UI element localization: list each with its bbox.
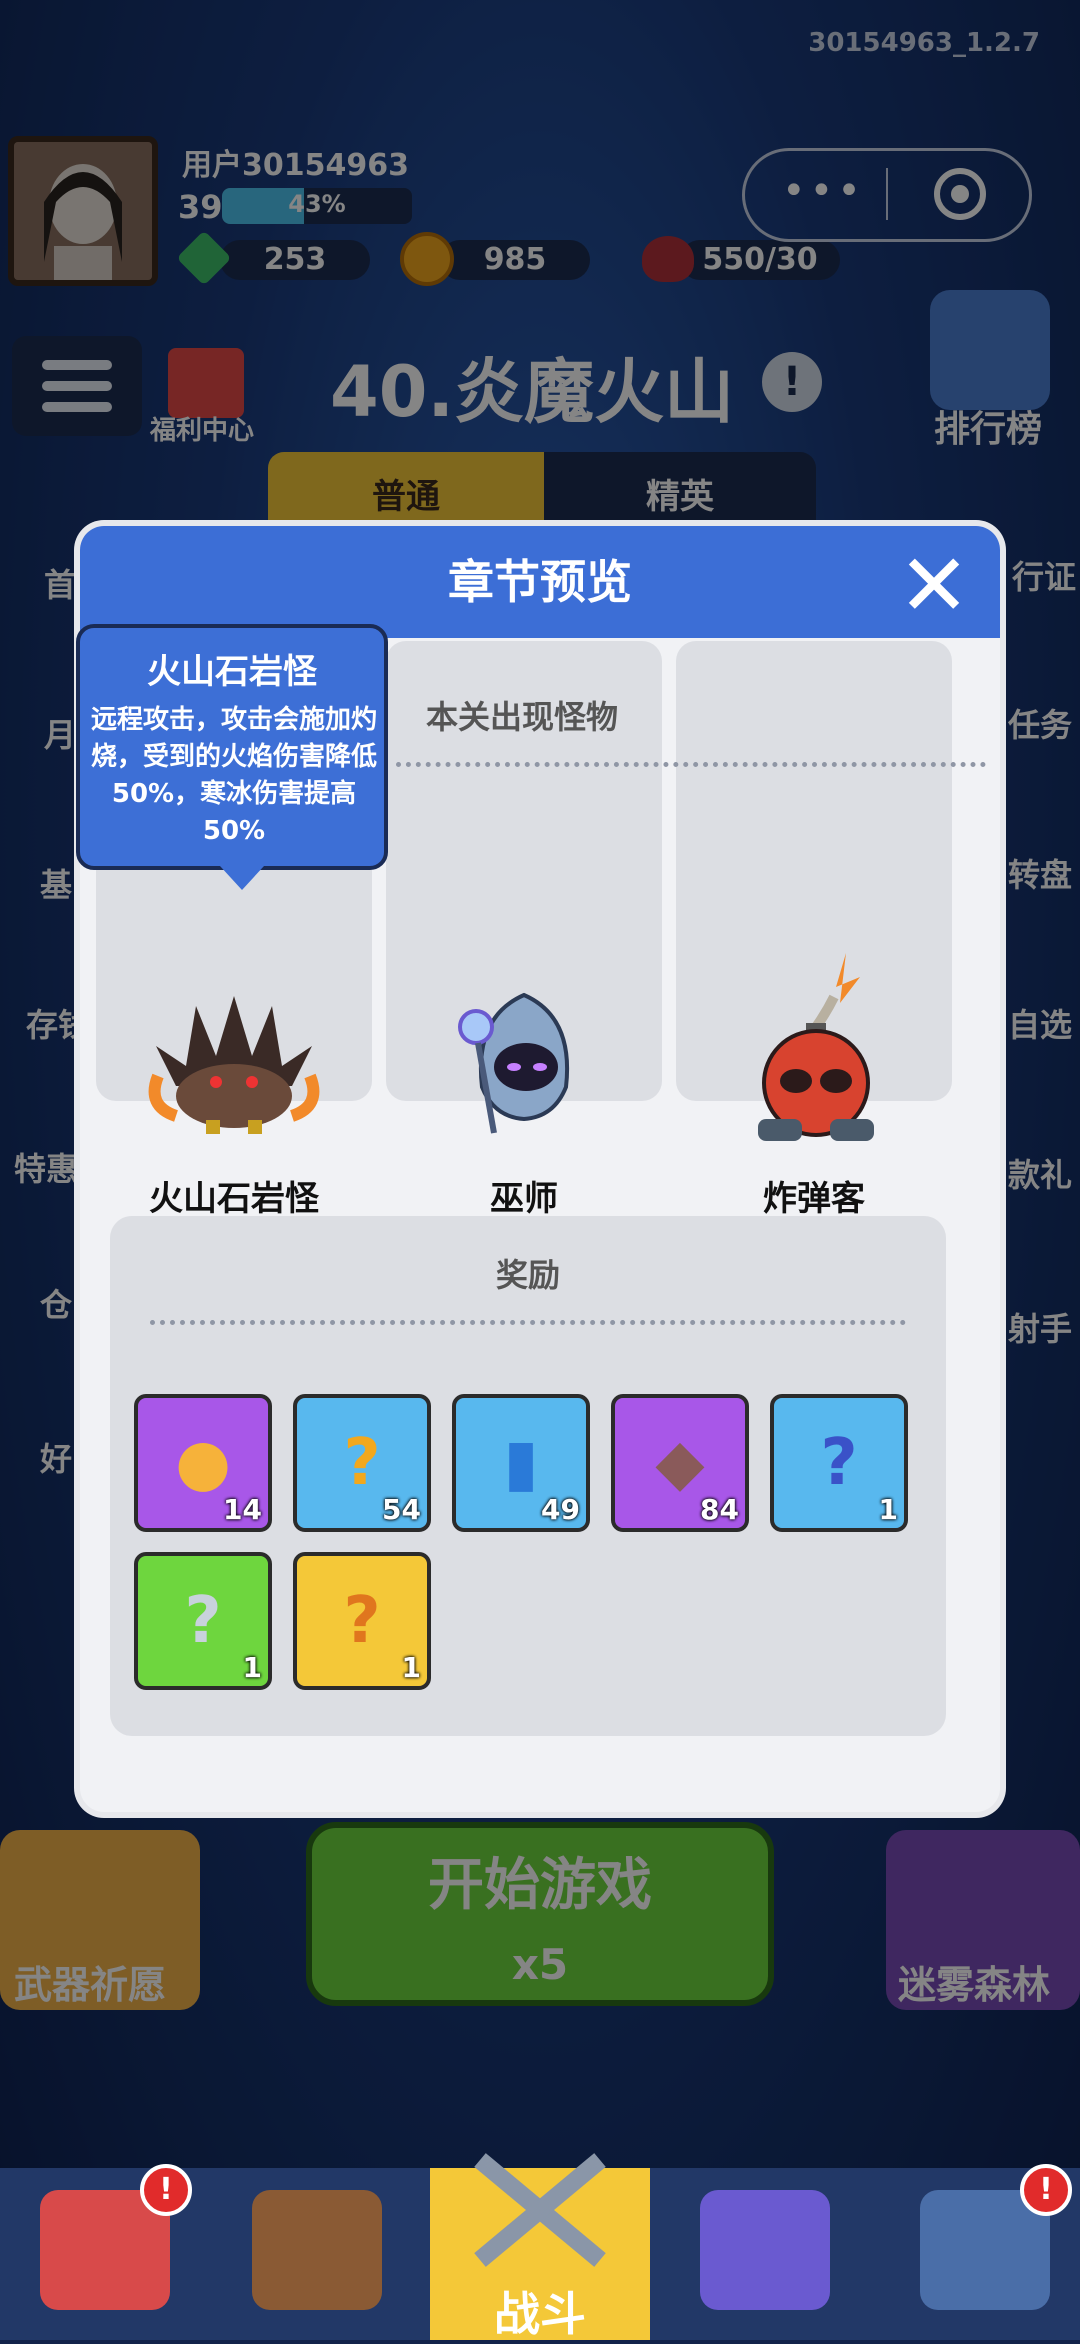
crossed-swords-icon [460,2150,620,2270]
rewards-divider [150,1320,906,1325]
wizard-icon [458,992,569,1134]
tooltip-description: 远程攻击，攻击会施加灼烧，受到的火焰伤害降低50%，寒冰伤害提高50% [90,705,377,846]
monster-card[interactable]: 炸弹客 [676,641,952,1219]
shop-badge: ! [140,2164,192,2216]
scroll-icon[interactable] [700,2190,830,2310]
modal-title: 章节预览 [448,555,632,609]
monster-name: 巫师 [490,1179,558,1219]
monster-name: 火山石岩怪 [149,1179,319,1219]
reward-green-mystery-chest[interactable]: ? 1 [134,1552,272,1690]
reward-panel: 奖励 ● 14 ? 54 ▮ 49 ◆ 84 ? 1 ? 1 ? 1 [110,1216,946,1736]
reward-count: 84 [700,1493,739,1526]
close-button[interactable]: ✕ [896,543,972,629]
volcano-rock-monster-icon [148,996,320,1134]
reward-count: 49 [541,1493,580,1526]
battle-label: 战斗 [494,2287,586,2341]
reward-blue-book[interactable]: ▮ 49 [452,1394,590,1532]
reward-mystery-box[interactable]: ? 54 [293,1394,431,1532]
monsters-divider [396,762,986,767]
reward-count: 1 [242,1651,262,1684]
bomb-icon [758,953,874,1141]
monsters-header: 本关出现怪物 [426,698,619,736]
reward-ore[interactable]: ◆ 84 [611,1394,749,1532]
building-badge: ! [1020,2164,1072,2216]
tooltip-title: 火山石岩怪 [147,652,317,692]
reward-count: 54 [382,1493,421,1526]
reward-count: 1 [401,1651,421,1684]
reward-count: 1 [878,1493,898,1526]
rewards-header: 奖励 [495,1256,560,1294]
reward-gold-mystery-gem[interactable]: ? 1 [293,1552,431,1690]
pig-chest-icon[interactable] [252,2190,382,2310]
monster-name: 炸弹客 [763,1179,865,1219]
reward-blue-mystery-card[interactable]: ? 1 [770,1394,908,1532]
reward-coin[interactable]: ● 14 [134,1394,272,1532]
reward-count: 14 [223,1493,262,1526]
monster-tooltip: 火山石岩怪 远程攻击，攻击会施加灼烧，受到的火焰伤害降低50%，寒冰伤害提高50… [76,624,388,870]
tooltip-arrow [220,866,264,890]
